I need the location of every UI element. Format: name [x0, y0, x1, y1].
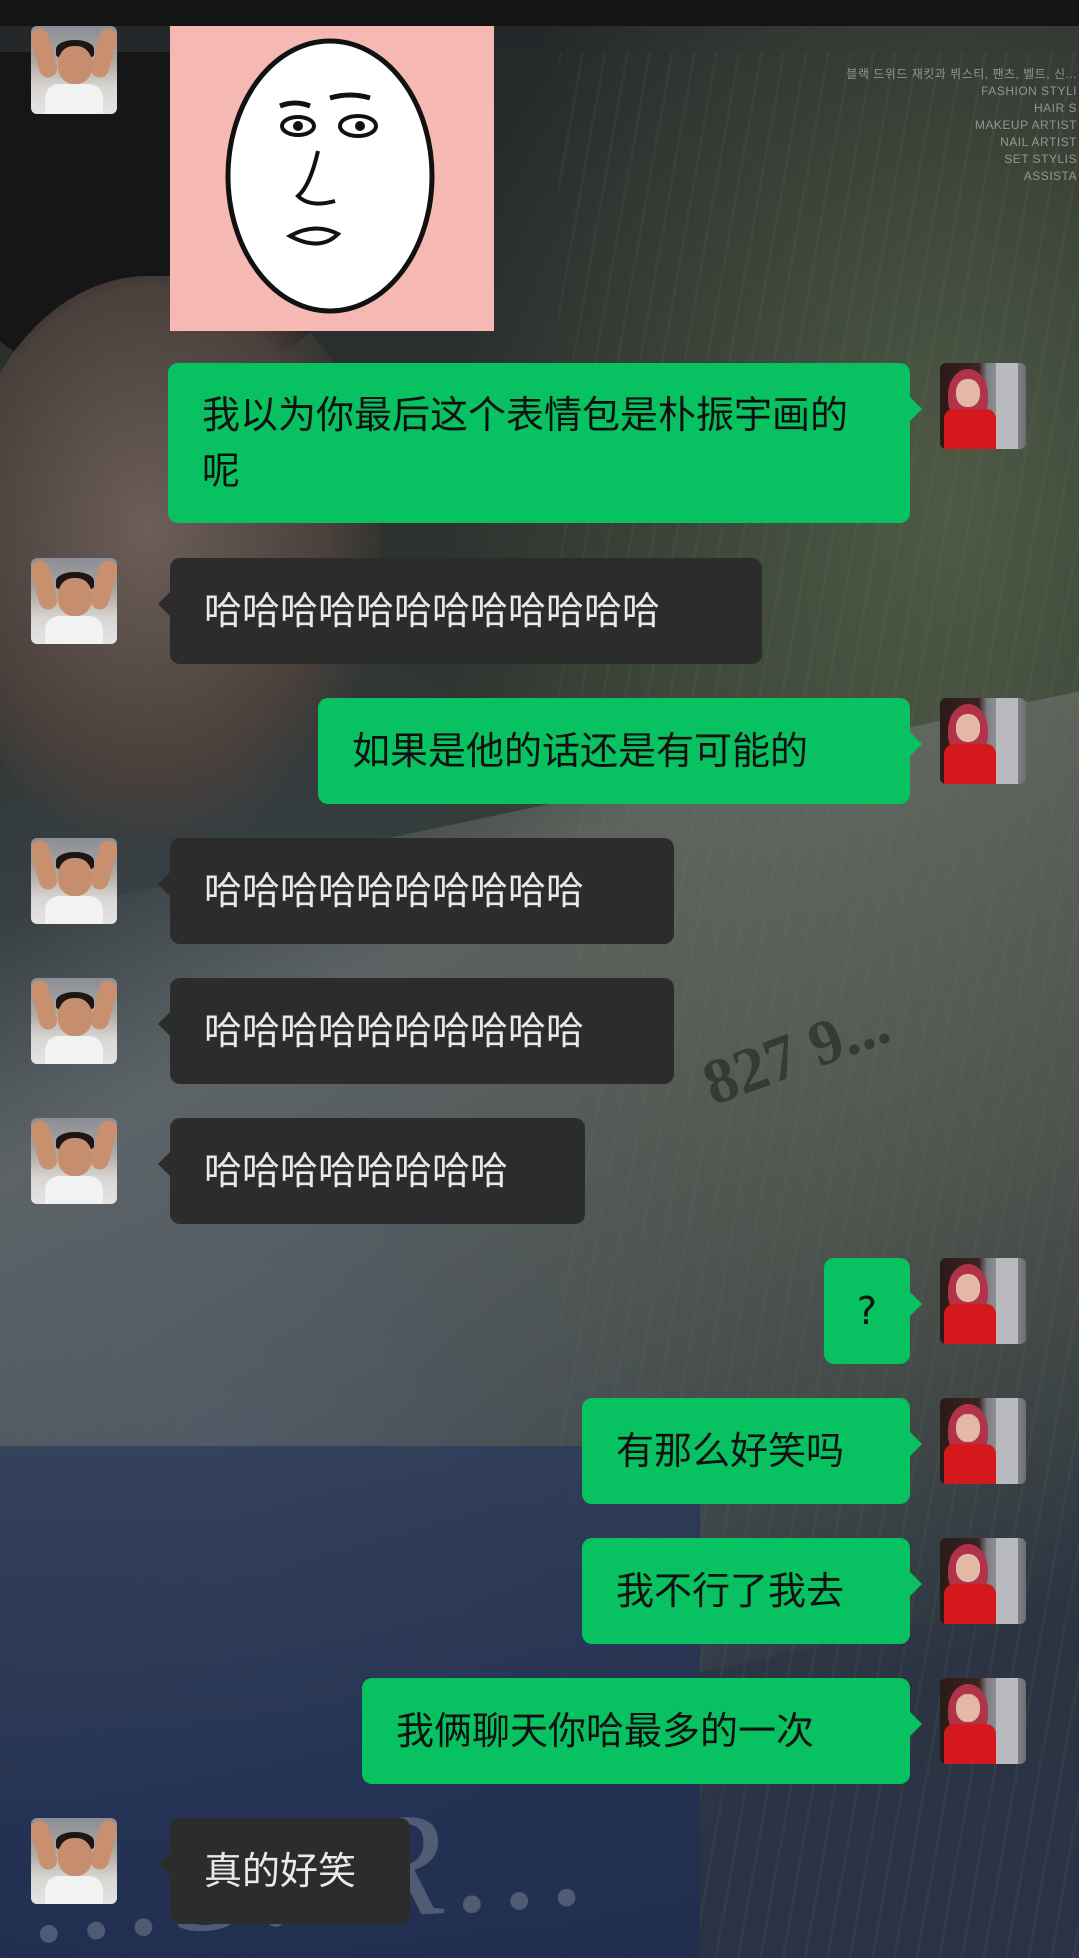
credit-line: 블랙 드위드 재킷과 뷔스티, 팬츠, 벨트, 신...	[846, 67, 1077, 81]
message-text: ?	[856, 1289, 878, 1333]
message-bubble-incoming[interactable]: 哈哈哈哈哈哈哈哈哈哈	[158, 978, 674, 1084]
message-text: 哈哈哈哈哈哈哈哈哈哈	[204, 869, 585, 913]
message-bubble-outgoing[interactable]: ?	[824, 1258, 922, 1364]
message-bubble-outgoing[interactable]: 我以为你最后这个表情包是朴振宇画的呢	[168, 363, 922, 523]
message-text: 我以为你最后这个表情包是朴振宇画的呢	[202, 393, 849, 493]
friend-avatar[interactable]	[31, 978, 117, 1064]
wallpaper-credits: 블랙 드위드 재킷과 뷔스티, 팬츠, 벨트, 신... FASHION STY…	[846, 66, 1077, 185]
my-avatar[interactable]	[940, 1678, 1026, 1764]
my-avatar[interactable]	[940, 363, 1026, 449]
friend-avatar[interactable]	[31, 1818, 117, 1904]
friend-avatar[interactable]	[31, 838, 117, 924]
egg-face-sticker-icon	[225, 38, 435, 314]
credit-line: ASSISTA	[1023, 169, 1077, 183]
credit-line: MAKEUP ARTIST	[974, 118, 1077, 132]
my-avatar[interactable]	[940, 1258, 1026, 1344]
status-bar	[0, 0, 1079, 26]
message-bubble-outgoing[interactable]: 我俩聊天你哈最多的一次	[362, 1678, 922, 1784]
message-text: 我俩聊天你哈最多的一次	[396, 1709, 815, 1753]
my-avatar[interactable]	[940, 1398, 1026, 1484]
message-text: 哈哈哈哈哈哈哈哈	[204, 1149, 509, 1193]
message-bubble-incoming[interactable]: 真的好笑	[158, 1818, 410, 1924]
message-text: 哈哈哈哈哈哈哈哈哈哈哈哈	[204, 589, 661, 633]
message-bubble-outgoing[interactable]: 如果是他的话还是有可能的	[318, 698, 922, 804]
message-bubble-incoming[interactable]: 哈哈哈哈哈哈哈哈哈哈哈哈	[158, 558, 762, 664]
my-avatar[interactable]	[940, 698, 1026, 784]
credit-line: NAIL ARTIST	[1000, 135, 1077, 149]
friend-avatar[interactable]	[31, 1118, 117, 1204]
message-bubble-incoming[interactable]: 哈哈哈哈哈哈哈哈哈哈	[158, 838, 674, 944]
my-avatar[interactable]	[940, 1538, 1026, 1624]
friend-avatar[interactable]	[31, 26, 117, 114]
message-bubble-outgoing[interactable]: 我不行了我去	[582, 1538, 922, 1644]
credit-line: FASHION STYLI	[981, 84, 1077, 98]
message-text: 哈哈哈哈哈哈哈哈哈哈	[204, 1009, 585, 1053]
message-text: 真的好笑	[204, 1849, 357, 1893]
message-bubble-incoming[interactable]: 哈哈哈哈哈哈哈哈	[158, 1118, 585, 1224]
sticker-message[interactable]	[170, 26, 494, 331]
credit-line: HAIR S	[1033, 101, 1077, 115]
message-text: 我不行了我去	[616, 1569, 845, 1613]
message-text: 有那么好笑吗	[616, 1429, 845, 1473]
message-text: 如果是他的话还是有可能的	[352, 729, 809, 773]
friend-avatar[interactable]	[31, 558, 117, 644]
message-bubble-outgoing[interactable]: 有那么好笑吗	[582, 1398, 922, 1504]
credit-line: SET STYLIS	[1004, 152, 1077, 166]
